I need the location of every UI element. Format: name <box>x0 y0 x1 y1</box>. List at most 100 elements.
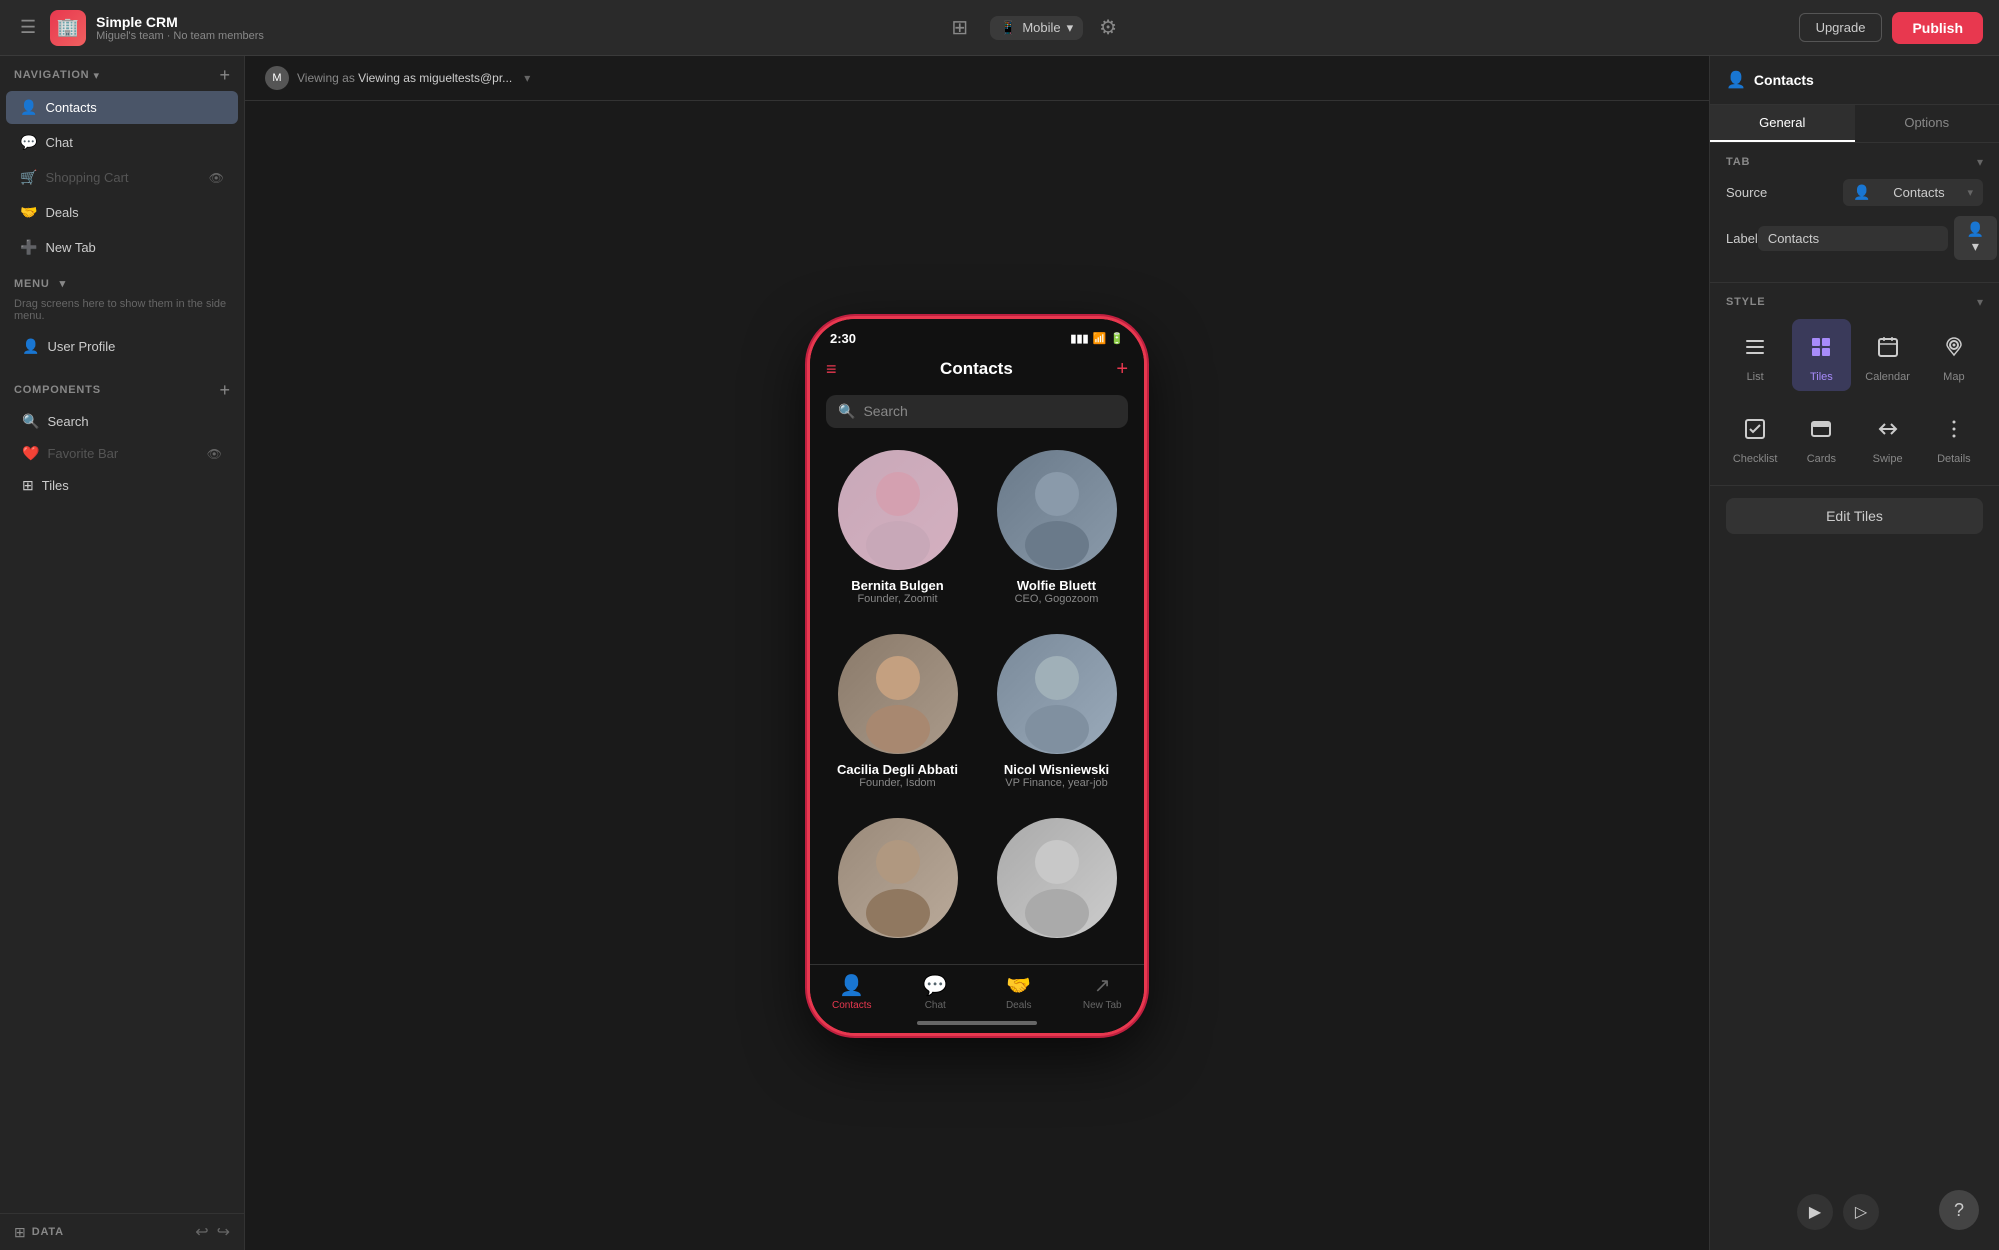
right-sidebar: 👤 Contacts General Options TAB ▾ Source … <box>1709 56 1999 1250</box>
viewer-text: Viewing as Viewing as migueltests@pr... <box>297 71 512 85</box>
source-dropdown[interactable]: 👤 Contacts ▾ <box>1843 179 1983 206</box>
hamburger-menu-icon[interactable]: ☰ <box>16 13 40 42</box>
cards-style-label: Cards <box>1807 453 1836 465</box>
search-comp-label: Search <box>47 414 88 429</box>
viewer-dropdown-icon[interactable]: ▾ <box>524 71 530 85</box>
undo-redo-controls: ↩ ↪ <box>195 1222 230 1242</box>
tiles-style-label: Tiles <box>1810 371 1833 383</box>
component-search[interactable]: 🔍 Search <box>14 406 230 437</box>
style-option-tiles[interactable]: Tiles <box>1792 319 1850 391</box>
contact-card-p6[interactable] <box>977 806 1136 963</box>
help-button[interactable]: ? <box>1939 1190 1979 1230</box>
navigation-section-header: NAVIGATION ▾ + <box>0 56 244 90</box>
edit-tiles-button[interactable]: Edit Tiles <box>1726 498 1983 534</box>
contact-card-bernita[interactable]: Bernita Bulgen Founder, Zoomit <box>818 438 977 622</box>
map-style-icon <box>1934 327 1974 367</box>
phone-hamburger-icon[interactable]: ≡ <box>826 359 837 380</box>
sidebar-item-chat[interactable]: 💬 Chat <box>6 126 238 159</box>
contact-name-wolfie: Wolfie Bluett <box>1017 578 1096 593</box>
undo-button[interactable]: ↩ <box>195 1222 208 1242</box>
viewer-avatar: M <box>265 66 289 90</box>
phone-tab-contacts-icon: 👤 <box>839 973 864 998</box>
checklist-style-icon <box>1735 409 1775 449</box>
source-chevron-icon: ▾ <box>1967 186 1973 199</box>
deals-nav-label: Deals <box>45 205 78 220</box>
source-field: Source 👤 Contacts ▾ <box>1726 179 1983 206</box>
grid-layout-button[interactable]: ⊞ <box>945 9 974 46</box>
component-tiles[interactable]: ⊞ Tiles <box>14 470 230 501</box>
settings-button[interactable]: ⚙ <box>1099 15 1117 40</box>
right-panel-tabs: General Options <box>1710 105 1999 143</box>
phone-contacts-grid: Bernita Bulgen Founder, Zoomit Wolfie Bl… <box>810 438 1144 964</box>
add-navigation-button[interactable]: + <box>219 66 230 84</box>
add-component-button[interactable]: + <box>219 381 230 399</box>
phone-tab-deals[interactable]: 🤝 Deals <box>977 973 1061 1011</box>
sidebar-bottom: ⊞ DATA ↩ ↪ <box>0 1213 244 1250</box>
phone-tab-deals-label: Deals <box>1006 1000 1032 1011</box>
phone-frame: 2:30 ▮▮▮ 📶 🔋 ≡ Contacts + 🔍 <box>807 316 1147 1036</box>
contact-card-nicol[interactable]: Nicol Wisniewski VP Finance, year-job <box>977 622 1136 806</box>
phone-search-icon: 🔍 <box>838 403 855 420</box>
label-input[interactable] <box>1758 226 1948 251</box>
contact-avatar-cacilia <box>838 634 958 754</box>
publish-button[interactable]: Publish <box>1892 12 1983 44</box>
style-option-list[interactable]: List <box>1726 319 1784 391</box>
phone-home-indicator <box>810 1015 1144 1033</box>
style-label: STYLE <box>1726 296 1765 308</box>
sidebar-item-deals[interactable]: 🤝 Deals <box>6 196 238 229</box>
phone-tab-new-tab-label: New Tab <box>1083 1000 1122 1011</box>
comp-hidden-icon: 👁 <box>207 447 222 461</box>
style-option-calendar[interactable]: Calendar <box>1859 319 1917 391</box>
source-value: Contacts <box>1893 185 1944 200</box>
sidebar-item-contacts[interactable]: 👤 Contacts <box>6 91 238 124</box>
contact-card-p5[interactable] <box>818 806 977 963</box>
phone-tab-new-tab[interactable]: ↗ New Tab <box>1061 973 1145 1011</box>
phone-tab-contacts[interactable]: 👤 Contacts <box>810 973 894 1011</box>
label-icon-button[interactable]: 👤▾ <box>1954 216 1998 260</box>
phone-add-icon[interactable]: + <box>1116 358 1128 381</box>
phone-tab-chat[interactable]: 💬 Chat <box>894 973 978 1011</box>
help-button-wrapper: ? <box>1939 1190 1979 1230</box>
label-field: Label 👤▾ <box>1726 216 1983 260</box>
redo-button[interactable]: ↪ <box>217 1222 230 1242</box>
style-option-cards[interactable]: Cards <box>1792 401 1850 473</box>
contact-card-wolfie[interactable]: Wolfie Bluett CEO, Gogozoom <box>977 438 1136 622</box>
style-option-details[interactable]: Details <box>1925 401 1983 473</box>
contact-name-nicol: Nicol Wisniewski <box>1004 762 1109 777</box>
device-selector[interactable]: 📱 Mobile ▾ <box>990 16 1083 40</box>
phone-search-input[interactable]: 🔍 Search <box>826 395 1128 428</box>
phone-tab-contacts-label: Contacts <box>832 1000 871 1011</box>
phone-time: 2:30 <box>830 331 856 346</box>
tab-config-chevron-icon[interactable]: ▾ <box>1977 155 1983 169</box>
contact-avatar-p6 <box>997 818 1117 938</box>
phone-wrapper: 2:30 ▮▮▮ 📶 🔋 ≡ Contacts + 🔍 <box>807 101 1147 1250</box>
contact-role-nicol: VP Finance, year-job <box>1005 777 1108 789</box>
contact-card-cacilia[interactable]: Cacilia Degli Abbati Founder, Isdom <box>818 622 977 806</box>
chat-nav-icon: 💬 <box>20 134 37 151</box>
contact-name-bernita: Bernita Bulgen <box>851 578 943 593</box>
contacts-nav-icon: 👤 <box>20 99 37 116</box>
component-favorite-bar[interactable]: ❤️ Favorite Bar 👁 <box>14 438 230 469</box>
style-chevron-icon[interactable]: ▾ <box>1977 295 1983 309</box>
list-style-icon <box>1735 327 1775 367</box>
right-panel-header: 👤 Contacts <box>1710 56 1999 105</box>
sidebar-item-shopping-cart[interactable]: 🛒 Shopping Cart 👁 <box>6 161 238 194</box>
hidden-icon: 👁 <box>209 171 224 185</box>
tab-options[interactable]: Options <box>1855 105 1999 142</box>
center-area: M Viewing as Viewing as migueltests@pr..… <box>245 56 1709 1250</box>
menu-label: MENU <box>14 278 50 290</box>
style-option-swipe[interactable]: Swipe <box>1859 401 1917 473</box>
style-option-map[interactable]: Map <box>1925 319 1983 391</box>
style-option-checklist[interactable]: Checklist <box>1726 401 1784 473</box>
menu-item-user-profile[interactable]: 👤 User Profile <box>14 331 230 362</box>
style-options-row1: List Tiles <box>1726 319 1983 391</box>
sidebar-item-new-tab[interactable]: ➕ New Tab <box>6 231 238 264</box>
shopping-cart-nav-label: Shopping Cart <box>45 170 128 185</box>
tab-general[interactable]: General <box>1710 105 1855 142</box>
upgrade-button[interactable]: Upgrade <box>1799 13 1883 42</box>
components-section-header: COMPONENTS + <box>14 373 230 405</box>
viewer-email: Viewing as migueltests@pr... <box>358 71 512 85</box>
source-label: Source <box>1726 185 1767 200</box>
list-style-label: List <box>1747 371 1764 383</box>
main-layout: NAVIGATION ▾ + 👤 Contacts 💬 Chat 🛒 Shopp… <box>0 56 1999 1250</box>
